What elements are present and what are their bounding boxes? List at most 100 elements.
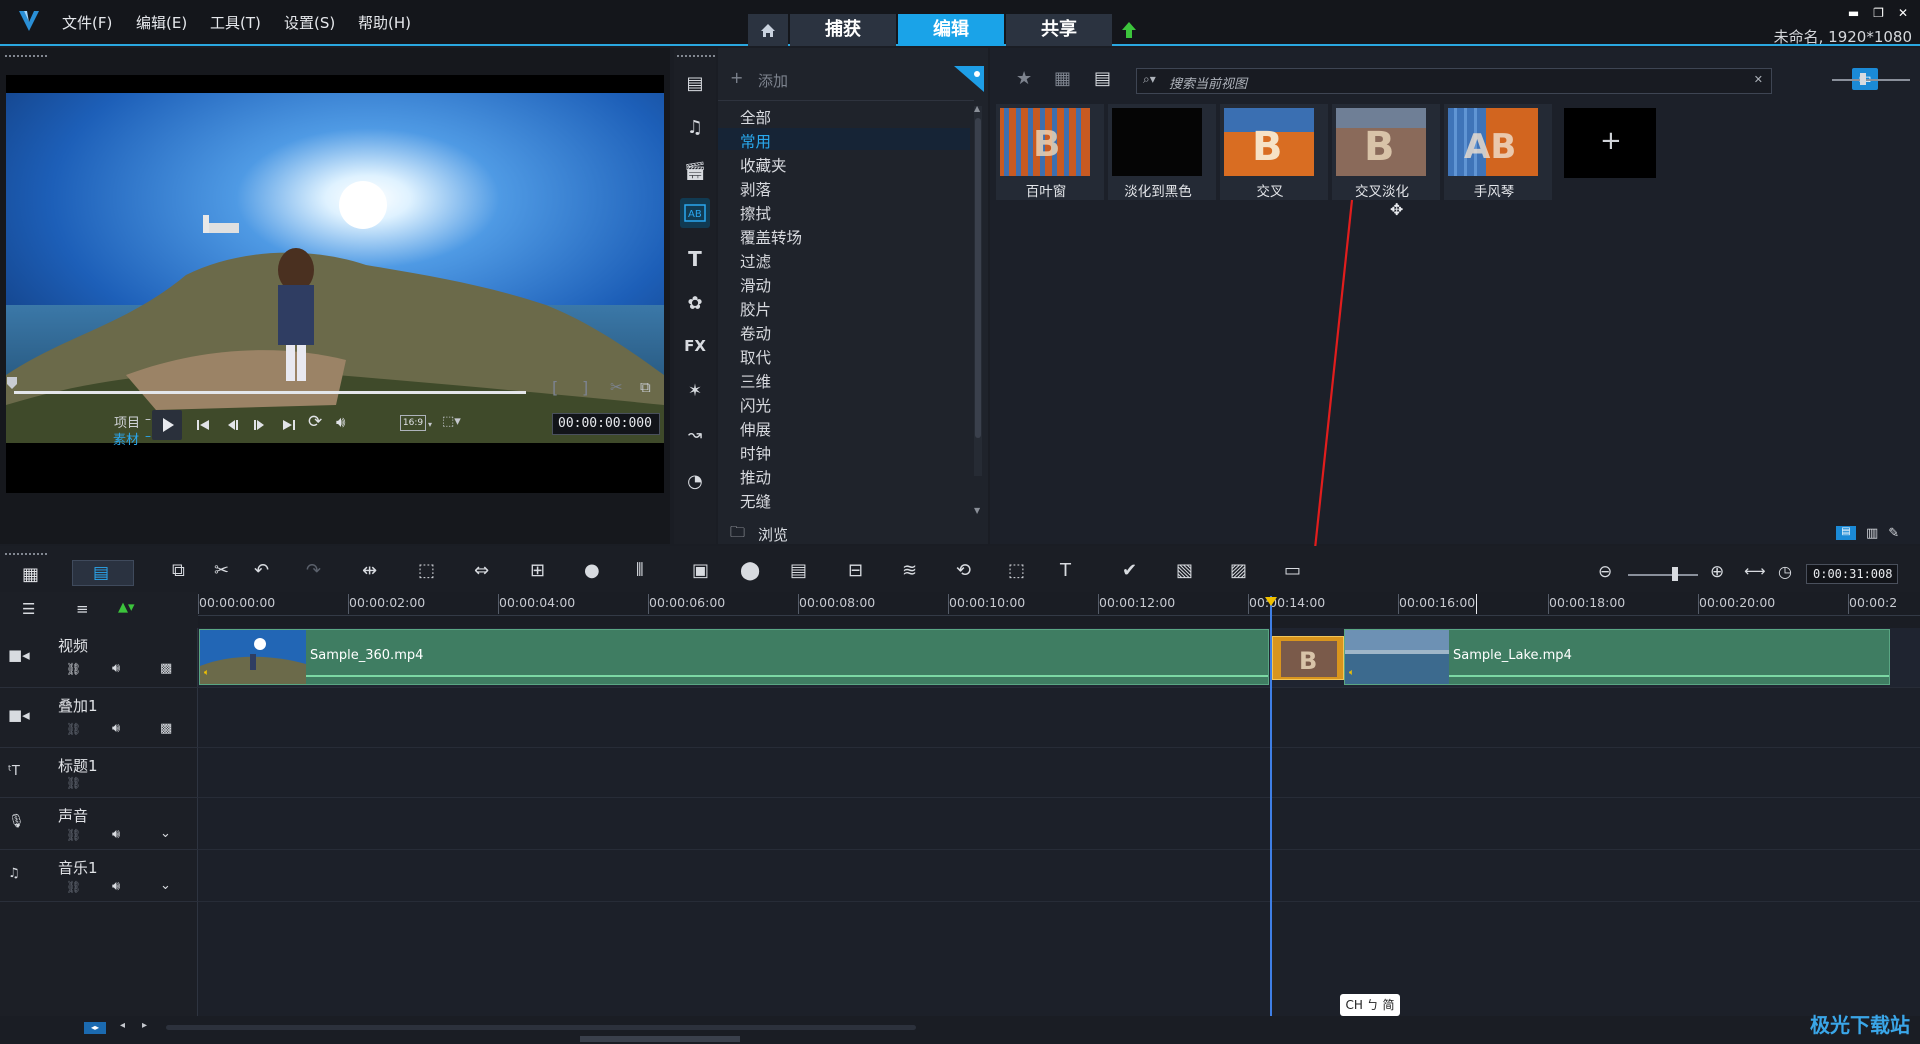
painting-icon[interactable]: ▨ — [1230, 560, 1247, 581]
menu-help[interactable]: 帮助(H) — [358, 12, 411, 33]
project-duration-field[interactable]: 0:00:31:008 — [1806, 564, 1898, 584]
panel-grip[interactable] — [4, 552, 48, 556]
thumbnail-size-slider-handle[interactable] — [1860, 73, 1866, 85]
add-track-icon[interactable]: ≡ — [76, 600, 89, 618]
home-button[interactable] — [748, 14, 788, 46]
trim-icon[interactable]: ⇹ — [362, 560, 377, 581]
transition-button[interactable]: AB — [680, 198, 710, 228]
minimize-icon[interactable]: ▬ — [1848, 6, 1859, 20]
category-item[interactable]: 过滤 — [740, 250, 771, 272]
transition-thumb-accordion[interactable]: AB 手风琴 — [1444, 104, 1552, 200]
ripple-icon[interactable]: ▩ — [160, 661, 172, 676]
zoom-in-icon[interactable]: ⊕ — [1710, 562, 1724, 582]
track-header-voice[interactable]: 🎙︎ 声音 ⛓ 🔊︎ ⌄ — [0, 798, 198, 850]
scroll-right-icon[interactable]: ▸ — [142, 1020, 147, 1031]
template-button[interactable]: 🎬︎ — [680, 156, 710, 186]
next-frame-icon[interactable] — [250, 416, 268, 434]
category-item[interactable]: 收藏夹 — [740, 154, 787, 176]
pin-icon[interactable] — [954, 66, 984, 92]
category-item[interactable]: 剥落 — [740, 178, 771, 200]
tab-edit[interactable]: 编辑 — [898, 14, 1004, 46]
media-library-button[interactable]: ▤ — [680, 68, 710, 98]
category-item[interactable]: 常用 — [740, 130, 771, 152]
link-icon[interactable]: ⛓ — [66, 776, 81, 790]
scissors-tools-icon[interactable]: ✂ — [214, 560, 229, 581]
add-icon[interactable]: + — [730, 68, 743, 87]
go-end-icon[interactable] — [280, 416, 298, 434]
undo-icon[interactable]: ↶ — [254, 560, 269, 581]
title-lane[interactable] — [198, 748, 1920, 798]
category-item[interactable]: 滑动 — [740, 274, 771, 296]
menu-file[interactable]: 文件(F) — [62, 12, 112, 33]
link-icon[interactable]: ⛓ — [66, 722, 81, 736]
scrubber-handle-icon[interactable] — [6, 376, 18, 390]
zoom-out-icon[interactable]: ⊖ — [1598, 562, 1612, 582]
transition-clip-crossfade[interactable]: B — [1272, 636, 1344, 680]
category-scrollbar-thumb[interactable] — [975, 118, 981, 438]
gif-icon[interactable]: ▭ — [1284, 560, 1301, 581]
scroll-up-icon[interactable]: ▲ — [974, 104, 980, 113]
motion-tracking-icon[interactable]: ⊞ — [530, 560, 545, 581]
timeline-view-button[interactable]: ▤ — [72, 560, 134, 586]
voice-lane[interactable] — [198, 798, 1920, 850]
title-edit-icon[interactable]: ▤ — [790, 560, 807, 581]
browse-folder-icon[interactable]: 🗀︎ — [730, 522, 745, 547]
category-item[interactable]: 覆盖转场 — [740, 226, 802, 248]
3d-title-icon[interactable]: T — [1060, 560, 1071, 581]
category-item[interactable]: 取代 — [740, 346, 771, 368]
link-icon[interactable]: ⛓ — [66, 828, 81, 842]
check-icon[interactable]: ✔ — [1122, 560, 1137, 581]
ime-indicator[interactable]: CH ㄅ 简 — [1340, 994, 1400, 1016]
fit-timeline-icon[interactable]: ⟷ — [1744, 562, 1766, 580]
split-icon[interactable]: ⇔ — [474, 560, 489, 581]
transition-thumb-cross[interactable]: B 交叉 — [1220, 104, 1328, 200]
grid-view-icon[interactable]: ▥ — [1866, 526, 1878, 541]
category-item[interactable]: 时钟 — [740, 442, 771, 464]
split-screen-icon[interactable]: ⊟ — [848, 560, 863, 581]
link-icon[interactable]: ⛓ — [66, 662, 81, 676]
timeline-zoom-handle[interactable] — [1672, 567, 1678, 581]
category-item[interactable]: 无缝 — [740, 490, 771, 512]
panel-resize-handle[interactable] — [580, 1036, 740, 1042]
track-header-title[interactable]: ᵗT 标题1 ⛓ — [0, 748, 198, 798]
mark-out-icon[interactable]: ] — [582, 378, 588, 397]
transition-thumb-fade-black[interactable]: 淡化到黑色 — [1108, 104, 1216, 200]
clear-search-icon[interactable]: ✕ — [1754, 73, 1763, 86]
menu-tools[interactable]: 工具(T) — [210, 12, 261, 33]
apply-random-icon[interactable]: ▤ — [1094, 68, 1111, 89]
apply-to-all-icon[interactable]: ▦ — [1054, 68, 1071, 89]
category-item[interactable]: 擦拭 — [740, 202, 771, 224]
repeat-icon[interactable]: ⟳ — [308, 412, 322, 432]
expand-icon[interactable]: ⌄ — [160, 826, 171, 841]
color-icon[interactable]: ● — [584, 560, 600, 581]
restore-icon[interactable]: ❐ — [1873, 6, 1884, 20]
volume-icon[interactable]: 🔊︎ — [336, 413, 345, 431]
scroll-left-icon[interactable]: ◂ — [120, 1020, 125, 1031]
crop-mode-icon[interactable]: ⬚▾ — [442, 414, 461, 429]
mark-in-icon[interactable]: [ — [552, 378, 558, 397]
mute-icon[interactable]: 🔊︎ — [112, 879, 120, 894]
mute-icon[interactable]: 🔊︎ — [112, 661, 120, 676]
clip-mode-label[interactable]: 素材 — [113, 429, 139, 448]
playhead-marker-icon[interactable] — [1264, 596, 1278, 608]
expand-icon[interactable]: ⌄ — [160, 878, 171, 893]
timecode-field[interactable]: 00:00:00:000 — [552, 413, 660, 435]
menu-edit[interactable]: 编辑(E) — [136, 12, 187, 33]
upload-button[interactable] — [1114, 14, 1144, 46]
link-icon[interactable]: ⛓ — [66, 880, 81, 894]
path-button[interactable]: ↝ — [680, 420, 710, 450]
aspect-ratio-button[interactable]: 16:9 — [400, 415, 426, 431]
video-clip-sample-360[interactable]: 🔈︎ Sample_360.mp4 — [199, 629, 1269, 685]
scissors-icon[interactable]: ✂ — [610, 378, 623, 396]
search-box[interactable]: ⌕▾ 搜索当前视图 ✕ — [1136, 68, 1772, 94]
video-clip-sample-lake[interactable]: 🔈︎ Sample_Lake.mp4 — [1344, 629, 1890, 685]
horizontal-scrollbar[interactable] — [166, 1025, 916, 1030]
blend-icon[interactable]: ⬤ — [740, 560, 760, 581]
graphics-button[interactable]: ✿ — [680, 288, 710, 318]
film-edit-icon[interactable]: ▣ — [692, 560, 709, 581]
audio-wave-icon[interactable]: ⫴ — [636, 560, 644, 581]
title-button[interactable]: T — [680, 244, 710, 274]
mosaic-icon[interactable]: ▧ — [1176, 560, 1193, 581]
category-item[interactable]: 胶片 — [740, 298, 771, 320]
close-icon[interactable]: ✕ — [1898, 6, 1908, 20]
